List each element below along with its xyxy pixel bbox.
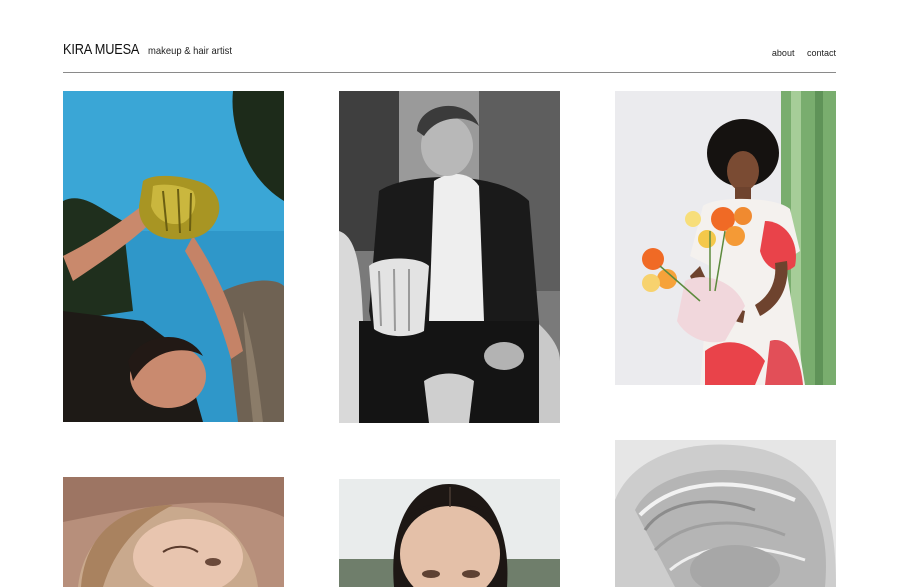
nav-about-link[interactable]: about [772, 48, 795, 58]
photo-image [615, 440, 836, 587]
gallery-photo-2[interactable] [339, 91, 560, 423]
photo-image [339, 479, 560, 587]
nav-contact-link[interactable]: contact [807, 48, 836, 58]
gallery-photo-1[interactable] [63, 91, 284, 422]
photo-image [63, 91, 284, 422]
brand[interactable]: KIRA MUESA makeup & hair artist [63, 41, 241, 59]
site-tagline: makeup & hair artist [148, 45, 233, 57]
photo-image [63, 477, 284, 587]
site-header: KIRA MUESA makeup & hair artist about co… [63, 40, 836, 73]
gallery-photo-5[interactable] [339, 479, 560, 587]
photo-image [615, 91, 836, 385]
main-nav: about contact [762, 48, 836, 58]
site-name[interactable]: KIRA MUESA [63, 42, 139, 58]
gallery-photo-4[interactable] [63, 477, 284, 587]
photo-image [339, 91, 560, 423]
gallery-photo-6[interactable] [615, 440, 836, 587]
gallery-photo-3[interactable] [615, 91, 836, 385]
